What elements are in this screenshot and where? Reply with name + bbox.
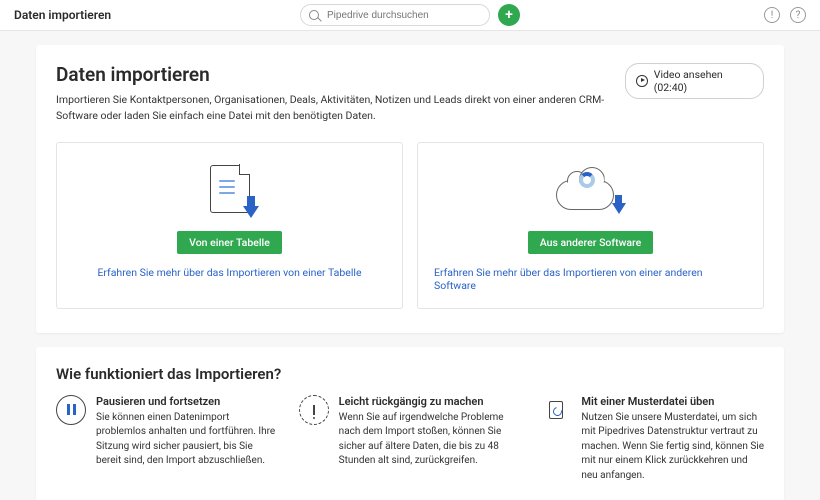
spreadsheet-file-icon bbox=[210, 165, 250, 213]
page-body: Daten importieren Importieren Sie Kontak… bbox=[0, 31, 820, 500]
import-from-file-box: Von einer Tabelle Erfahren Sie mehr über… bbox=[56, 142, 403, 309]
sample-file-icon bbox=[541, 395, 571, 425]
heading-block: Daten importieren Importieren Sie Kontak… bbox=[56, 63, 625, 124]
how-text: Mit einer Musterdatei üben Nutzen Sie un… bbox=[581, 395, 764, 484]
watch-video-button[interactable]: Video ansehen (02:40) bbox=[625, 63, 764, 99]
search-box[interactable] bbox=[300, 4, 490, 26]
main-subheading: Importieren Sie Kontaktpersonen, Organis… bbox=[56, 92, 625, 124]
how-body: Wenn Sie auf irgendwelche Probleme nach … bbox=[339, 411, 522, 469]
lightbulb-icon[interactable]: ! bbox=[764, 7, 780, 23]
search-input[interactable] bbox=[325, 9, 481, 22]
learn-more-file-link[interactable]: Erfahren Sie mehr über das Importieren v… bbox=[97, 266, 361, 279]
from-software-button[interactable]: Aus anderer Software bbox=[528, 231, 654, 254]
play-icon bbox=[636, 75, 647, 87]
page-title: Daten importieren bbox=[14, 8, 111, 22]
search-area: + bbox=[300, 4, 520, 26]
help-icons: ! ? bbox=[764, 7, 806, 23]
video-label: Video ansehen (02:40) bbox=[654, 68, 753, 94]
cloud-illustration bbox=[556, 159, 626, 219]
how-title: Mit einer Musterdatei üben bbox=[581, 395, 764, 408]
top-bar: Daten importieren + ! ? bbox=[0, 0, 820, 31]
how-title: Leicht rückgängig zu machen bbox=[339, 395, 522, 408]
how-item-undo: Leicht rückgängig zu machen Wenn Sie auf… bbox=[299, 395, 522, 484]
how-title: Pausieren und fortsetzen bbox=[96, 395, 279, 408]
help-icon[interactable]: ? bbox=[790, 7, 806, 23]
card-header: Daten importieren Importieren Sie Kontak… bbox=[56, 63, 764, 124]
cloud-download-icon bbox=[556, 168, 626, 210]
how-body: Sie können einen Datenimport problemlos … bbox=[96, 411, 279, 469]
how-text: Pausieren und fortsetzen Sie können eine… bbox=[96, 395, 279, 484]
search-icon bbox=[309, 10, 319, 20]
revert-icon bbox=[299, 395, 329, 425]
how-item-pause: Pausieren und fortsetzen Sie können eine… bbox=[56, 395, 279, 484]
how-items-row: Pausieren und fortsetzen Sie können eine… bbox=[56, 395, 764, 484]
file-illustration bbox=[210, 159, 250, 219]
how-heading: Wie funktioniert das Importieren? bbox=[56, 365, 764, 383]
how-item-sample: Mit einer Musterdatei üben Nutzen Sie un… bbox=[541, 395, 764, 484]
pause-icon bbox=[56, 395, 86, 425]
add-button[interactable]: + bbox=[498, 4, 520, 26]
how-text: Leicht rückgängig zu machen Wenn Sie auf… bbox=[339, 395, 522, 484]
plus-icon: + bbox=[505, 8, 513, 22]
import-card: Daten importieren Importieren Sie Kontak… bbox=[36, 45, 784, 333]
main-heading: Daten importieren bbox=[56, 63, 625, 86]
how-it-works-card: Wie funktioniert das Importieren? Pausie… bbox=[36, 347, 784, 500]
how-body: Nutzen Sie unsere Musterdatei, um sich m… bbox=[581, 411, 764, 484]
learn-more-software-link[interactable]: Erfahren Sie mehr über das Importieren v… bbox=[434, 266, 747, 292]
import-from-software-box: Aus anderer Software Erfahren Sie mehr ü… bbox=[417, 142, 764, 309]
from-spreadsheet-button[interactable]: Von einer Tabelle bbox=[177, 231, 282, 254]
import-options: Von einer Tabelle Erfahren Sie mehr über… bbox=[56, 142, 764, 309]
